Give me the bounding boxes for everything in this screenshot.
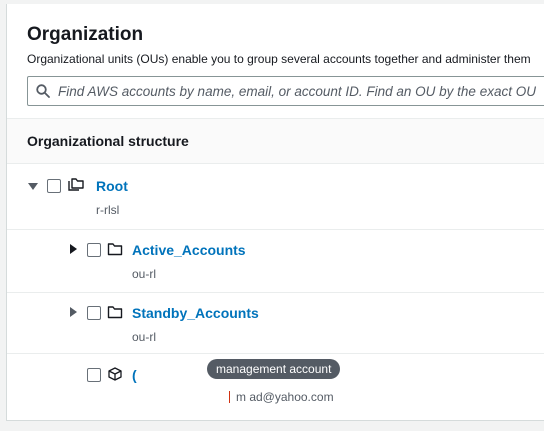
tree-row-ou[interactable]: Standby_Accounts ou-rl	[7, 293, 544, 354]
account-name-link[interactable]: (	[132, 367, 137, 383]
folder-icon	[107, 306, 123, 319]
caret-down-icon[interactable]	[27, 180, 39, 192]
structure-heading-bar: Organizational structure	[7, 118, 544, 164]
structure-heading: Organizational structure	[27, 133, 189, 149]
account-email-text: m ad@yahoo.com	[236, 390, 334, 404]
account-checkbox[interactable]	[87, 368, 101, 382]
root-name-link[interactable]: Root	[96, 178, 128, 194]
root-id: r-rlsl	[96, 203, 120, 217]
tree-row-root[interactable]: Root r-rlsl	[7, 163, 544, 230]
ou-checkbox[interactable]	[87, 306, 101, 320]
management-account-badge: management account	[207, 359, 341, 379]
root-folders-icon	[68, 178, 84, 191]
ou-name-link[interactable]: Standby_Accounts	[132, 305, 259, 321]
folder-icon	[107, 243, 123, 256]
organization-panel: Organization Organizational units (OUs) …	[6, 4, 544, 421]
page-title: Organization	[27, 24, 144, 45]
account-cube-icon	[108, 367, 122, 381]
root-checkbox[interactable]	[47, 179, 61, 193]
redaction-mark	[229, 391, 230, 403]
page-description: Organizational units (OUs) enable you to…	[27, 52, 531, 66]
caret-right-icon[interactable]	[67, 243, 79, 255]
ou-name-link[interactable]: Active_Accounts	[132, 242, 246, 258]
organization-header: Organization Organizational units (OUs) …	[7, 4, 544, 118]
caret-right-icon[interactable]	[67, 306, 79, 318]
search-box[interactable]	[27, 76, 544, 106]
search-input[interactable]	[58, 77, 544, 105]
ou-checkbox[interactable]	[87, 243, 101, 257]
ou-id: ou-rl	[132, 330, 157, 344]
account-email: m ad@yahoo.com	[229, 390, 334, 404]
ou-id: ou-rl	[132, 267, 157, 281]
search-icon	[36, 84, 50, 98]
tree-row-ou[interactable]: Active_Accounts ou-rl	[7, 230, 544, 293]
